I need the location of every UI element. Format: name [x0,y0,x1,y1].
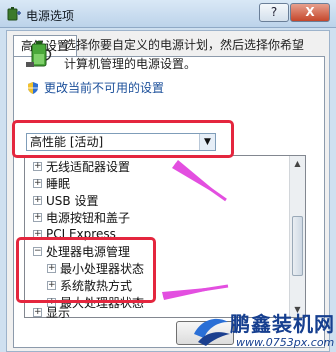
expand-icon[interactable]: + [47,280,56,290]
scroll-up-icon[interactable]: ▲ [290,156,305,171]
battery-plug-icon [26,41,52,67]
power-plan-value: 高性能 [活动] [30,135,104,149]
tree-item-pci-express[interactable]: + PCI Express [33,226,116,242]
tree-item-cooling-policy[interactable]: + 系统散热方式 [47,277,132,293]
power-plan-select[interactable]: 高性能 [活动] ▼ [26,133,216,151]
collapse-icon[interactable]: − [33,246,42,256]
tree-item-label: 睡眠 [46,176,71,191]
tree-item-wireless-adapter[interactable]: + 无线适配器设置 [33,158,130,174]
help-button[interactable]: ? [259,3,289,22]
site-watermark: 鹏鑫装机网 www.0753px.com [192,308,336,352]
expand-icon[interactable]: + [33,161,42,171]
tree-item-label: 无线适配器设置 [46,159,131,174]
tree-item-label: 处理器电源管理 [46,244,131,259]
tree-item-label: 电源按钮和盖子 [46,210,131,225]
tree-item-display[interactable]: + 显示 [33,304,70,320]
tree-item-label: 系统散热方式 [60,278,133,293]
tree-item-label: 最小处理器状态 [60,261,145,276]
tree-item-power-buttons[interactable]: + 电源按钮和盖子 [33,209,130,225]
expand-icon[interactable]: + [33,307,42,317]
tree-item-label: PCI Express [46,227,116,241]
tree-item-min-processor-state[interactable]: + 最小处理器状态 [47,260,144,276]
expand-icon[interactable]: + [33,178,42,188]
expand-icon[interactable]: + [33,212,42,222]
power-options-icon [7,7,21,21]
description-text: 选择你要自定义的电源计划，然后选择你希望计算机管理的电源设置。 [64,38,305,71]
tree-item-usb[interactable]: + USB 设置 [33,192,98,208]
chevron-down-icon[interactable]: ▼ [199,134,215,150]
settings-tree: + 无线适配器设置 + 睡眠 + USB 设置 + 电源按钮和盖子 + PCI … [24,155,306,320]
tree-item-label: 显示 [46,305,71,320]
tree-scrollbar[interactable]: ▲ ▼ [289,156,305,317]
expand-icon[interactable]: + [33,195,42,205]
expand-icon[interactable]: + [33,229,42,239]
uac-shield-icon [28,81,38,94]
change-unavailable-settings-link[interactable]: 更改当前不可用的设置 [26,79,164,96]
window-title: 电源选项 [26,9,75,23]
expand-icon[interactable]: + [47,263,56,273]
tree-item-processor-power[interactable]: − 处理器电源管理 [33,243,130,259]
title-bar: 电源选项 ? X [0,0,336,28]
tree-item-label: USB 设置 [46,193,99,208]
tree-item-label: 最大处理器状态 [60,295,145,310]
scrollbar-thumb[interactable] [292,216,303,276]
watermark-url: www.0753px.com [236,336,335,349]
watermark-name: 鹏鑫装机网 [230,312,335,336]
watermark-logo-icon [194,318,230,346]
tree-item-sleep[interactable]: + 睡眠 [33,175,70,191]
change-link-label: 更改当前不可用的设置 [44,81,165,95]
close-button[interactable]: X [290,3,330,22]
